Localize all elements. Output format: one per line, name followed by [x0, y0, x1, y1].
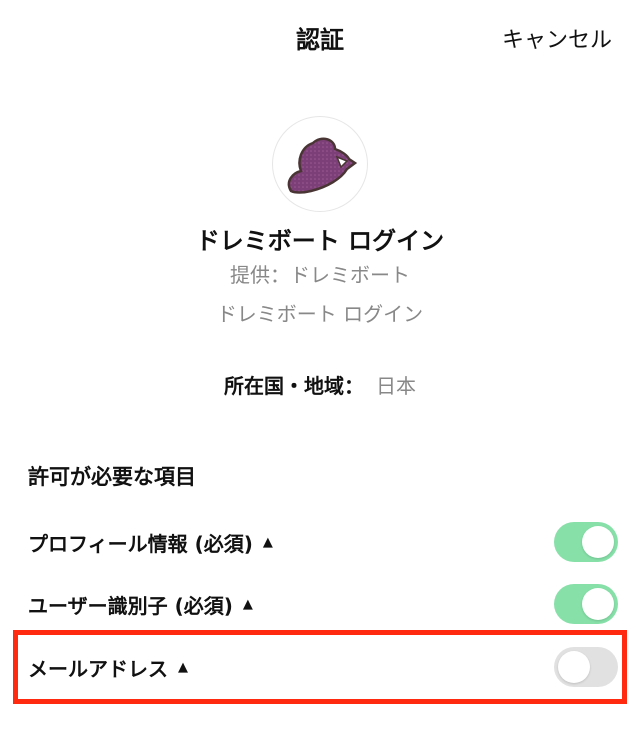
permission-row-user-id: ユーザー識別子 (必須) ▲ — [28, 582, 618, 626]
chevron-up-icon: ▲ — [242, 596, 253, 612]
region-label: 所在国・地域： — [224, 374, 364, 398]
app-name: ドレミボート ログイン — [195, 227, 445, 255]
permission-label: プロフィール情報 (必須) — [28, 531, 253, 556]
app-logo-icon — [287, 137, 358, 194]
app-logo — [272, 116, 368, 212]
permission-label: ユーザー識別子 (必須) — [28, 593, 233, 618]
app-subtitle: ドレミボート ログイン — [216, 302, 424, 326]
permission-expand-profile[interactable]: プロフィール情報 (必須) ▲ — [28, 528, 273, 557]
permission-expand-user-id[interactable]: ユーザー識別子 (必須) ▲ — [28, 590, 253, 619]
toggle-knob — [582, 588, 614, 620]
permission-toggle-user-id[interactable] — [554, 584, 618, 624]
permissions-title: 許可が必要な項目 — [28, 465, 196, 489]
region-value: 日本 — [376, 374, 416, 398]
highlight-box — [13, 630, 627, 704]
cancel-button[interactable]: キャンセル — [502, 22, 612, 54]
region-info: 所在国・地域： 日本 — [0, 370, 640, 399]
auth-screen: 認証 キャンセル ドレミボート ログイン 提供：ドレミボート ドレミボート ログ… — [0, 0, 640, 736]
header: 認証 キャンセル — [0, 0, 640, 76]
chevron-up-icon: ▲ — [262, 534, 273, 550]
toggle-knob — [582, 526, 614, 558]
permission-row-profile: プロフィール情報 (必須) ▲ — [28, 520, 618, 564]
permission-toggle-profile[interactable] — [554, 522, 618, 562]
app-provider: 提供：ドレミボート — [230, 263, 410, 287]
